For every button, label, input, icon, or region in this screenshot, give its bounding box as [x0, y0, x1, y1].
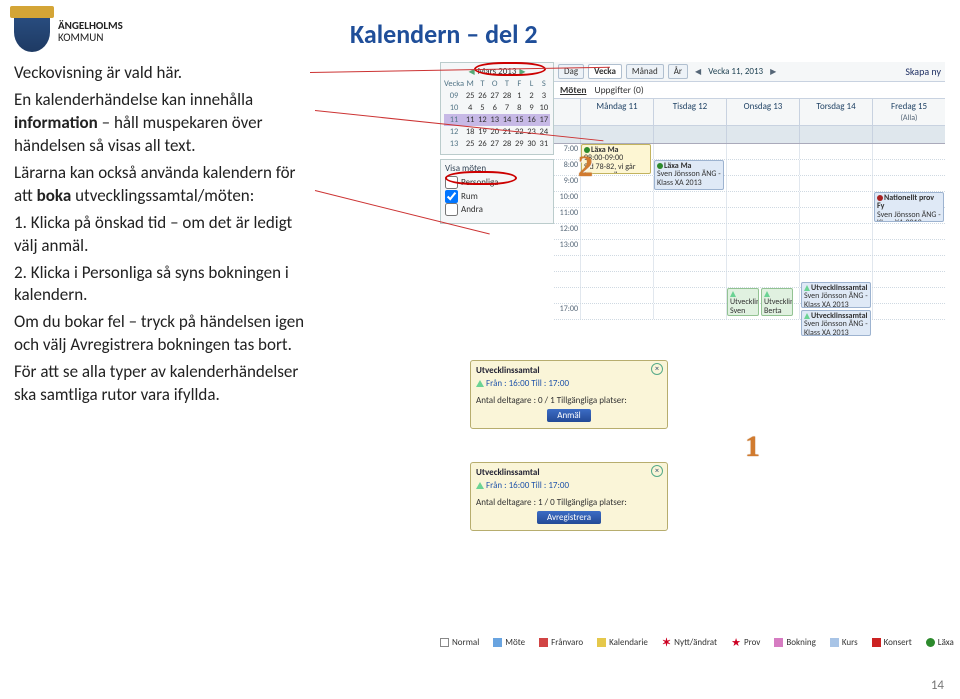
annotation-2: 2 [578, 150, 593, 184]
popup-avreg: × Utvecklinssamtal Från : 16:00 Till : 1… [470, 462, 668, 531]
tri-icon [476, 380, 484, 387]
anmal-button[interactable]: Anmäl [547, 409, 591, 422]
annotation-1: 1 [745, 430, 760, 464]
legend: Normal Möte Frånvaro Kalendarie ✶Nytt/än… [440, 636, 954, 649]
day-head-thu[interactable]: Torsdag 14 [799, 99, 872, 125]
hours-grid[interactable]: 7:00 8:00 9:00 10:00 11:00 12:00 13:00 1… [554, 144, 945, 320]
org-name: ÄNGELHOLMS KOMMUN [58, 20, 123, 44]
page-title: Kalendern – del 2 [350, 18, 538, 50]
tri-icon [804, 285, 810, 291]
mini-row[interactable]: 1218192021222324 [444, 126, 550, 138]
view-dag-button[interactable]: Dag [558, 64, 584, 79]
popup-title: Utvecklinssamtal [476, 467, 662, 478]
popup-title: Utvecklinssamtal [476, 365, 662, 376]
mini-row[interactable]: 1111121314151617 [444, 114, 550, 126]
tri-icon [476, 482, 484, 489]
org-logo-block: ÄNGELHOLMS KOMMUN [14, 12, 123, 52]
avregistrera-button[interactable]: Avregistrera [537, 511, 601, 524]
close-icon[interactable]: × [651, 465, 663, 477]
close-icon[interactable]: × [651, 363, 663, 375]
legend-bok-icon [774, 638, 783, 647]
week-label: Vecka 11, 2013 [708, 66, 763, 77]
legend-nytt-icon: ✶ [662, 636, 671, 649]
legend-fran-icon [539, 638, 548, 647]
skapa-ny-link[interactable]: Skapa ny [905, 65, 941, 78]
day-head-fri[interactable]: Fredag 15(Alla) [872, 99, 945, 125]
mini-row[interactable]: 1045678910 [444, 102, 550, 114]
instr-p1: Veckovisning är vald här. [14, 62, 314, 85]
view-vecka-button[interactable]: Vecka [588, 64, 622, 79]
view-ar-button[interactable]: År [668, 64, 688, 79]
popup-count: Antal deltagare : 1 / 0 Tillgängliga pla… [476, 497, 662, 508]
calendar-app: ◀ Mars 2013 ▶ Vecka M T O T F L S [440, 62, 945, 320]
mini-calendar[interactable]: ◀ Mars 2013 ▶ Vecka M T O T F L S [440, 62, 554, 155]
legend-prov-icon: ★ [731, 636, 741, 649]
instr-p3: Lärarna kan också använda kalendern för … [14, 162, 314, 208]
legend-normal-icon [440, 638, 449, 647]
event-utveck-thu2[interactable]: UtvecklinssamtalSven Jönsson ÄNG - Klass… [801, 310, 871, 336]
tab-moten[interactable]: Möten [560, 84, 586, 96]
event-laxa-tue[interactable]: Läxa Ma Sven Jönsson ÄNG - Klass XA 2013 [654, 160, 724, 190]
visa-panel: Visa möten Personliga Rum Andra [440, 159, 554, 224]
chk-personliga[interactable]: Personliga [445, 176, 549, 190]
page-number: 14 [931, 678, 944, 693]
view-manad-button[interactable]: Månad [626, 64, 664, 79]
legend-kalh-icon [597, 638, 606, 647]
chk-rum[interactable]: Rum [445, 190, 549, 204]
mini-row[interactable]: 1325262728293031 [444, 138, 550, 150]
instr-p5: För att se alla typer av kalenderhändels… [14, 361, 314, 407]
tri-icon [730, 291, 736, 297]
event-utveck-wed2[interactable]: UtvecklinsBerta [761, 288, 793, 316]
legend-kons-icon [872, 638, 881, 647]
instr-li2: 2. Klicka i Personliga så syns bokningen… [14, 262, 314, 308]
instr-p4: Om du bokar fel – tryck på händelsen ige… [14, 311, 314, 357]
instr-p2: En kalenderhändelse kan innehålla inform… [14, 89, 314, 158]
mini-weekhead: Vecka [444, 78, 464, 90]
event-utveck-thu[interactable]: UtvecklinssamtalSven Jönsson ÄNG - Klass… [801, 282, 871, 308]
day-head-tue[interactable]: Tisdag 12 [653, 99, 726, 125]
tri-icon [764, 291, 770, 297]
day-head-mon[interactable]: Måndag 11 [580, 99, 653, 125]
visa-title: Visa möten [445, 163, 549, 174]
laxa-dot-icon [657, 163, 663, 169]
day-head-wed[interactable]: Onsdag 13 [726, 99, 799, 125]
next-month-icon[interactable]: ▶ [519, 67, 525, 77]
event-prov-fri[interactable]: Nationellt prov Fy Sven Jönsson ÄNG - Kl… [874, 192, 944, 222]
popup-anmal: × Utvecklinssamtal Från : 16:00 Till : 1… [470, 360, 668, 429]
instruction-text: Veckovisning är vald här. En kalenderhän… [14, 62, 314, 411]
legend-mote-icon [493, 638, 502, 647]
chk-andra[interactable]: Andra [445, 203, 549, 217]
popup-count: Antal deltagare : 0 / 1 Tillgängliga pla… [476, 395, 662, 406]
prev-month-icon[interactable]: ◀ [468, 67, 474, 77]
org-line2: KOMMUN [58, 31, 103, 44]
prov-star-icon [877, 195, 883, 201]
mini-row[interactable]: 0925262728123 [444, 90, 550, 102]
tab-uppgifter[interactable]: Uppgifter (0) [594, 84, 643, 96]
next-week-icon[interactable]: ▶ [767, 67, 779, 77]
legend-laxa-icon [926, 638, 935, 647]
prev-week-icon[interactable]: ◀ [692, 67, 704, 77]
tri-icon [804, 313, 810, 319]
shield-icon [14, 12, 50, 52]
mini-month-label: Mars 2013 [478, 66, 517, 77]
instr-li1: 1. Klicka på önskad tid – om det är ledi… [14, 212, 314, 258]
legend-kurs-icon [830, 638, 839, 647]
mini-cal-table: Vecka M T O T F L S 0925262728123 104567… [444, 78, 550, 150]
event-utveck-wed1[interactable]: UtvecklinsSven [727, 288, 759, 316]
